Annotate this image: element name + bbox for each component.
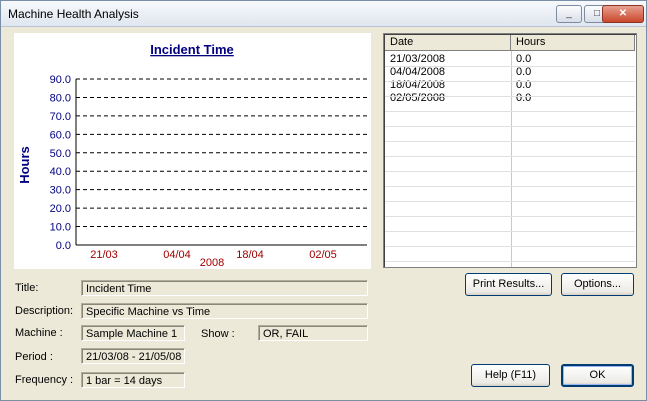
results-table[interactable]: Date Hours 21/03/2008 0.0 04/04/2008 0.0 18/… <box>383 33 637 268</box>
cell-hours: 0.0 <box>516 66 532 78</box>
cell-date: 21/03/2008 <box>390 53 446 65</box>
y-tick-label: 90.0 <box>50 74 71 86</box>
show-label: Show : <box>201 328 235 340</box>
close-button[interactable]: ✕ <box>602 5 644 23</box>
print-results-button[interactable]: Print Results... <box>465 273 552 296</box>
row-divider <box>385 216 635 217</box>
help-button[interactable]: Help (F11) <box>471 364 550 387</box>
table-row[interactable]: 04/04/2008 0.0 <box>385 66 635 79</box>
column-header-date[interactable]: Date <box>385 35 511 50</box>
description-field: Specific Machine vs Time <box>81 303 368 319</box>
chart-svg: Incident Time Hours 2008 0.0 10.0 20.0 30.0… <box>17 42 367 269</box>
row-divider <box>385 171 635 172</box>
x-tick-label: 18/04 <box>236 249 264 261</box>
title-field: Incident Time <box>81 280 368 296</box>
row-divider <box>385 246 635 247</box>
row-divider <box>385 261 635 262</box>
x-tick-label: 02/05 <box>309 249 337 261</box>
row-divider <box>385 126 635 127</box>
cell-date: 04/04/2008 <box>390 66 446 78</box>
ok-button[interactable]: OK <box>561 364 634 387</box>
chart-title: Incident Time <box>150 42 234 57</box>
y-tick-label: 80.0 <box>50 92 71 104</box>
row-divider <box>385 186 635 187</box>
row-divider <box>385 111 635 112</box>
y-tick-label: 10.0 <box>50 222 71 234</box>
incident-time-chart: Incident Time Hours 2008 0.0 10.0 20.0 30.0… <box>14 33 371 269</box>
row-divider <box>385 81 635 82</box>
table-row[interactable]: 21/03/2008 0.0 <box>385 53 635 66</box>
title-bar[interactable]: Machine Health Analysis _ □ ✕ <box>1 1 646 27</box>
dialog-body: Incident Time Hours 2008 0.0 10.0 20.0 30.0… <box>4 27 643 397</box>
table-header: Date Hours <box>385 35 635 51</box>
options-button[interactable]: Options... <box>561 273 634 296</box>
y-tick-label: 60.0 <box>50 129 71 141</box>
machine-label: Machine : <box>15 327 63 339</box>
y-tick-label: 0.0 <box>56 240 71 252</box>
row-divider <box>385 231 635 232</box>
window-title: Machine Health Analysis <box>8 7 139 21</box>
y-tick-label: 20.0 <box>50 203 71 215</box>
table-row[interactable]: 02/05/2008 0.0 <box>385 92 635 105</box>
machine-health-window: Machine Health Analysis _ □ ✕ Incident T… <box>0 0 647 401</box>
column-header-hours[interactable]: Hours <box>511 35 635 50</box>
row-divider <box>385 66 635 67</box>
y-tick-label: 70.0 <box>50 111 71 123</box>
machine-field: Sample Machine 1 <box>81 325 185 341</box>
show-field: OR, FAIL <box>258 325 368 341</box>
row-divider <box>385 201 635 202</box>
frequency-label: Frequency : <box>15 374 74 386</box>
y-axis-label: Hours <box>17 146 32 184</box>
period-field: 21/03/08 - 21/05/08 <box>81 348 185 364</box>
x-tick-label: 04/04 <box>163 249 191 261</box>
row-divider <box>385 96 635 97</box>
y-tick-label: 40.0 <box>50 166 71 178</box>
title-label: Title: <box>15 282 39 294</box>
description-label: Description: <box>15 305 74 317</box>
x-tick-label: 21/03 <box>90 249 118 261</box>
y-tick-label: 50.0 <box>50 148 71 160</box>
x-axis-label: 2008 <box>200 257 224 269</box>
frequency-field: 1 bar = 14 days <box>81 372 185 388</box>
y-tick-label: 30.0 <box>50 185 71 197</box>
row-divider <box>385 141 635 142</box>
period-label: Period : <box>15 351 53 363</box>
cell-hours: 0.0 <box>516 53 532 65</box>
row-divider <box>385 156 635 157</box>
cell-hours: 0.0 <box>516 92 532 104</box>
cell-date: 02/05/2008 <box>390 92 446 104</box>
minimize-button[interactable]: _ <box>556 5 582 23</box>
